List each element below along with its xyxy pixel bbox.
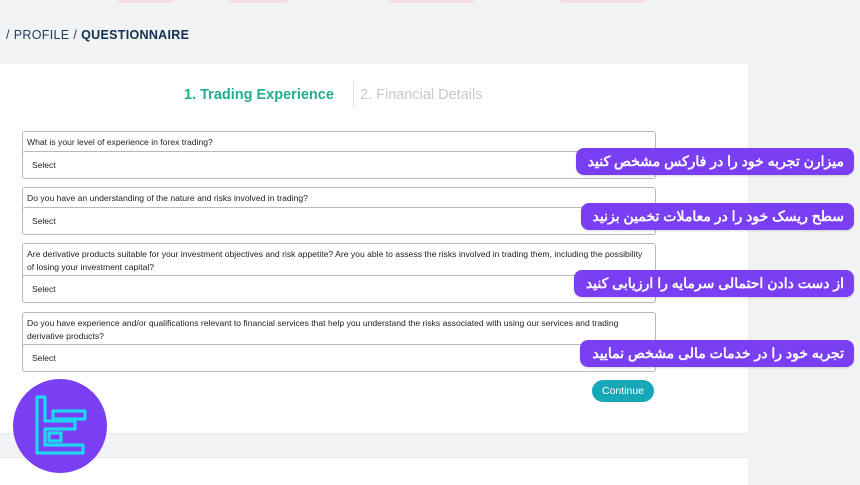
question-text: Are derivative products suitable for you… bbox=[27, 249, 643, 272]
question-block-1: What is your level of experience in fore… bbox=[22, 131, 656, 179]
question-block-4: Do you have experience and/or qualificat… bbox=[22, 312, 656, 372]
breadcrumb-profile-link[interactable]: PROFILE bbox=[14, 28, 70, 42]
question-2-select[interactable]: Select bbox=[22, 207, 656, 235]
step-indicator: 1. Trading Experience 2. Financial Detai… bbox=[0, 82, 748, 108]
step-financial-details[interactable]: 2. Financial Details bbox=[360, 87, 483, 103]
tradingfinder-logo-icon bbox=[13, 379, 107, 473]
question-3-select[interactable]: Select bbox=[22, 275, 656, 303]
select-value: Select bbox=[32, 216, 56, 226]
question-1-select[interactable]: Select bbox=[22, 151, 656, 179]
footer-bar bbox=[0, 457, 748, 485]
breadcrumb-current: QUESTIONNAIRE bbox=[81, 28, 190, 42]
question-text: Do you have an understanding of the natu… bbox=[27, 193, 308, 203]
top-tab-strip bbox=[0, 0, 860, 4]
question-block-2: Do you have an understanding of the natu… bbox=[22, 187, 656, 235]
top-tab-2[interactable] bbox=[228, 0, 288, 3]
select-value: Select bbox=[32, 353, 56, 363]
continue-button[interactable]: Continue bbox=[592, 380, 654, 402]
question-text: Do you have experience and/or qualificat… bbox=[27, 318, 619, 341]
breadcrumb-separator: / bbox=[6, 28, 10, 42]
question-4-select[interactable]: Select bbox=[22, 344, 656, 372]
step-trading-experience[interactable]: 1. Trading Experience bbox=[184, 87, 334, 103]
select-value: Select bbox=[32, 284, 56, 294]
breadcrumb-separator: / bbox=[73, 28, 78, 42]
annotation-callout-1: میزارن تجربه خود را در فارکس مشخص کنید bbox=[575, 148, 854, 175]
annotation-callout-2: سطح ریسک خود را در معاملات تخمین بزنید bbox=[580, 203, 854, 230]
question-block-3: Are derivative products suitable for you… bbox=[22, 243, 656, 303]
question-text: What is your level of experience in fore… bbox=[27, 137, 213, 147]
top-tab-1[interactable] bbox=[118, 0, 174, 3]
select-value: Select bbox=[32, 160, 56, 170]
logo-mark-icon bbox=[35, 395, 87, 455]
breadcrumb: / PROFILE / QUESTIONNAIRE bbox=[2, 28, 189, 42]
top-tab-4[interactable] bbox=[560, 0, 646, 3]
top-tab-3[interactable] bbox=[388, 0, 474, 3]
annotation-callout-3: از دست دادن احتمالی سرمایه را ارزیابی کن… bbox=[573, 270, 854, 297]
annotation-callout-4: تجربه خود را در خدمات مالی مشخص نمایید bbox=[580, 340, 854, 367]
step-divider bbox=[353, 82, 354, 108]
